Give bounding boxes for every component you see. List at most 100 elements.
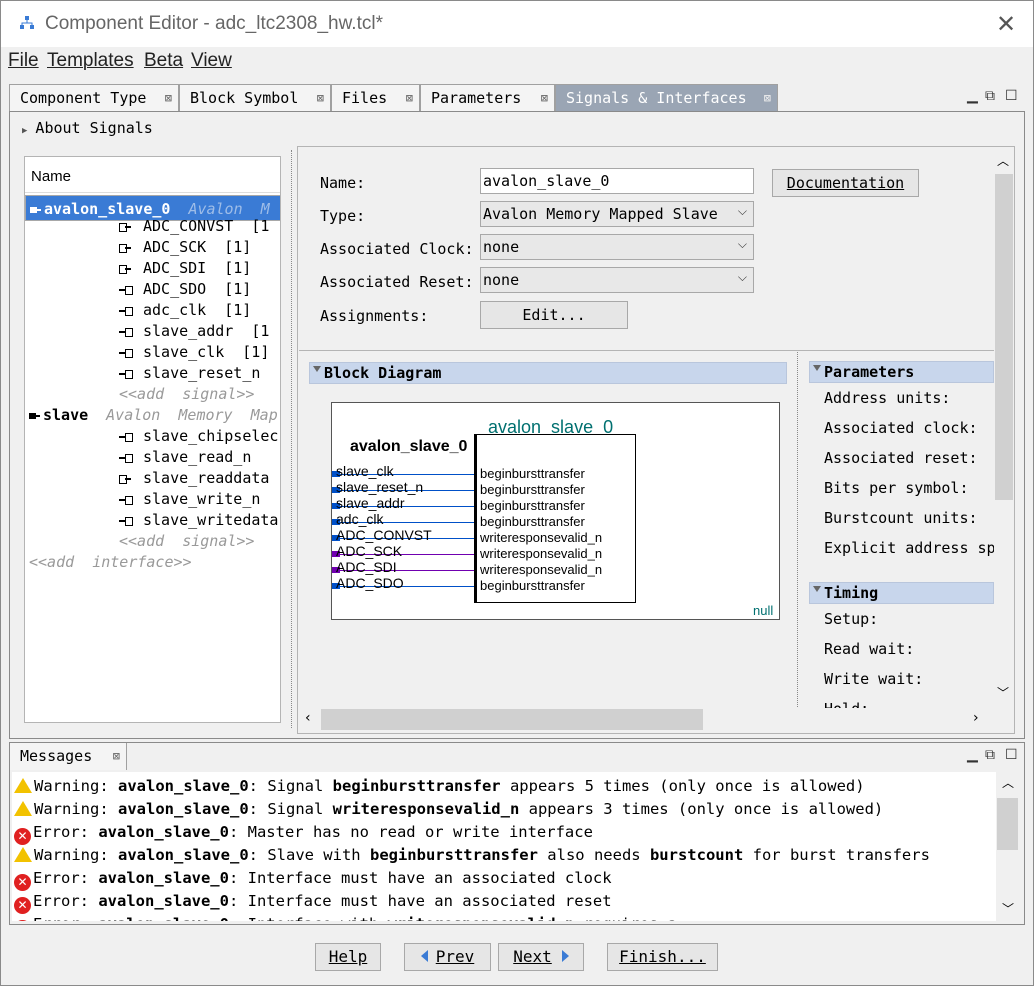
tree-row[interactable]: slave_readdata bbox=[25, 468, 280, 489]
signal-width: [1 bbox=[251, 322, 270, 340]
timing-header[interactable]: Timing bbox=[809, 582, 994, 604]
message-text: writeresponsevalid_n bbox=[332, 800, 520, 818]
maximize-icon[interactable]: ☐ bbox=[1005, 747, 1018, 763]
horizontal-scrollbar[interactable]: ‹ › bbox=[299, 708, 993, 732]
message-row[interactable]: ✕Error: avalon_slave_0: Interface with w… bbox=[14, 913, 714, 921]
hscroll-thumb[interactable] bbox=[321, 709, 703, 730]
signal-name: ADC_SCK bbox=[143, 238, 207, 256]
message-level: Error: bbox=[33, 823, 99, 841]
scroll-thumb[interactable] bbox=[995, 174, 1013, 500]
menu-file[interactable]: File bbox=[8, 50, 39, 72]
block-diagram-header[interactable]: Block Diagram bbox=[309, 362, 787, 384]
tree-row[interactable]: slave_addr [1 bbox=[25, 321, 280, 342]
tab-parameters[interactable]: Parameters ⊠ bbox=[420, 84, 555, 112]
scroll-up-icon[interactable]: ︿ bbox=[997, 152, 1009, 169]
documentation-button[interactable]: Documentation bbox=[772, 169, 919, 197]
assignments-edit-button[interactable]: Edit... bbox=[480, 301, 628, 329]
tree-row[interactable]: adc_clk [1] bbox=[25, 300, 280, 321]
tab-block-symbol[interactable]: Block Symbol ⊠ bbox=[179, 84, 331, 112]
scroll-down-icon[interactable]: ﹀ bbox=[997, 684, 1009, 701]
about-signals-toggle[interactable]: ▶ About Signals bbox=[22, 119, 153, 137]
maximize-icon[interactable]: ☐ bbox=[1005, 88, 1018, 104]
tab-close-icon[interactable]: ⊠ bbox=[764, 85, 771, 111]
tab-close-icon[interactable]: ⊠ bbox=[165, 85, 172, 111]
restore-icon[interactable]: ⧉ bbox=[985, 747, 995, 763]
message-row[interactable]: Warning: avalon_slave_0: Signal beginbur… bbox=[14, 775, 865, 798]
tree-row[interactable]: slave_clk [1] bbox=[25, 342, 280, 363]
tab-signals-interfaces[interactable]: Signals & Interfaces ⊠ bbox=[555, 84, 778, 112]
parameters-header[interactable]: Parameters bbox=[809, 361, 994, 383]
tree-row[interactable]: slave_writedata bbox=[25, 510, 280, 531]
signal-width: [1] bbox=[224, 238, 252, 256]
menu-templates[interactable]: Templates bbox=[47, 50, 134, 72]
tree-row[interactable]: slave_write_n bbox=[25, 489, 280, 510]
finish-button[interactable]: Finish... bbox=[607, 943, 718, 971]
help-button[interactable]: Help bbox=[315, 943, 381, 971]
tab-close-icon[interactable]: ⊠ bbox=[541, 85, 548, 111]
left-signal-label: slave_reset_n bbox=[336, 479, 424, 495]
name-field[interactable]: avalon_slave_0 bbox=[480, 168, 754, 194]
scroll-right-icon[interactable]: › bbox=[973, 710, 979, 726]
minimize-icon[interactable]: ▁ bbox=[967, 747, 978, 763]
parameter-label: Bits per symbol: bbox=[824, 479, 969, 497]
splitter[interactable] bbox=[797, 352, 798, 707]
type-select[interactable]: Avalon Memory Mapped Slave ⌵ bbox=[480, 201, 754, 227]
tab-close-icon[interactable]: ⊠ bbox=[113, 743, 120, 769]
next-button[interactable]: Next bbox=[498, 943, 584, 971]
tree-row[interactable]: slave_reset_n bbox=[25, 363, 280, 384]
input-port-icon bbox=[119, 516, 133, 526]
tree-row[interactable]: ADC_SDO [1] bbox=[25, 279, 280, 300]
tab-close-icon[interactable]: ⊠ bbox=[406, 85, 413, 111]
menu-beta[interactable]: Beta bbox=[144, 50, 183, 72]
scroll-left-icon[interactable]: ‹ bbox=[305, 710, 311, 726]
tree-add-item[interactable]: <<add signal>> bbox=[25, 531, 280, 552]
associated-clock-select[interactable]: none ⌵ bbox=[480, 234, 754, 260]
minimize-icon[interactable]: ▁ bbox=[967, 88, 978, 104]
message-row[interactable]: ✕ Error: avalon_slave_0: Interface must h… bbox=[14, 890, 612, 914]
tree-add-item[interactable]: <<add interface>> bbox=[25, 552, 280, 573]
tab-label: Files bbox=[342, 89, 388, 107]
input-port-icon bbox=[119, 327, 133, 337]
input-port-icon bbox=[119, 369, 133, 379]
tab-component-type[interactable]: Component Type ⊠ bbox=[9, 84, 179, 112]
parameter-label: Associated clock: bbox=[824, 419, 978, 437]
output-port-icon bbox=[119, 222, 131, 232]
signal-name: slave_writedata bbox=[143, 511, 279, 529]
close-icon[interactable]: ✕ bbox=[995, 12, 1017, 36]
assignments-label: Assignments: bbox=[320, 307, 429, 325]
scroll-thumb[interactable] bbox=[997, 798, 1018, 850]
vertical-scrollbar[interactable]: ︿ ﹀ bbox=[994, 148, 1014, 708]
tab-label: Signals & Interfaces bbox=[566, 89, 747, 107]
tab-files[interactable]: Files ⊠ bbox=[331, 84, 420, 112]
associated-reset-select[interactable]: none ⌵ bbox=[480, 267, 754, 293]
tree-row[interactable]: ADC_SCK [1] bbox=[25, 237, 280, 258]
tab-close-icon[interactable]: ⊠ bbox=[317, 85, 324, 111]
message-text: requires a ... bbox=[574, 915, 715, 921]
messages-scrollbar[interactable]: ︿ ﹀ bbox=[996, 772, 1020, 921]
scroll-down-icon[interactable]: ﹀ bbox=[1002, 900, 1014, 917]
timing-label: Read wait: bbox=[824, 640, 915, 658]
tab-messages[interactable]: Messages ⊠ bbox=[10, 743, 127, 770]
message-row[interactable]: Warning: avalon_slave_0: Slave with begi… bbox=[14, 844, 930, 867]
message-row[interactable]: ✕ Error: avalon_slave_0: Interface must h… bbox=[14, 867, 612, 891]
tree-row[interactable]: slave Avalon Memory Map bbox=[25, 405, 280, 426]
tree-row[interactable]: slave_chipselec bbox=[25, 426, 280, 447]
output-port-icon bbox=[119, 243, 131, 253]
signal-name: ADC_SDI bbox=[143, 259, 207, 277]
tree-row[interactable]: slave_read_n bbox=[25, 447, 280, 468]
scroll-up-icon[interactable]: ︿ bbox=[1002, 774, 1014, 791]
message-row[interactable]: Warning: avalon_slave_0: Signal writeres… bbox=[14, 798, 883, 821]
type-value: Avalon Memory Mapped Slave bbox=[483, 205, 718, 223]
tree-row[interactable]: ADC_SDI [1] bbox=[25, 258, 280, 279]
tree-row[interactable]: ADC_CONVST [1 bbox=[25, 216, 280, 237]
tab-label: Block Symbol bbox=[190, 89, 299, 107]
tree-add-item[interactable]: <<add signal>> bbox=[25, 384, 280, 405]
prev-button[interactable]: Prev bbox=[404, 943, 491, 971]
type-label: Type: bbox=[320, 207, 366, 225]
restore-icon[interactable]: ⧉ bbox=[985, 88, 995, 104]
message-row[interactable]: ✕ Error: avalon_slave_0: Master has no re… bbox=[14, 821, 593, 845]
menu-view[interactable]: View bbox=[191, 50, 232, 72]
output-port-icon bbox=[119, 264, 131, 274]
message-text: : Master has no read or write interface bbox=[228, 823, 593, 841]
output-port-icon bbox=[119, 474, 131, 484]
